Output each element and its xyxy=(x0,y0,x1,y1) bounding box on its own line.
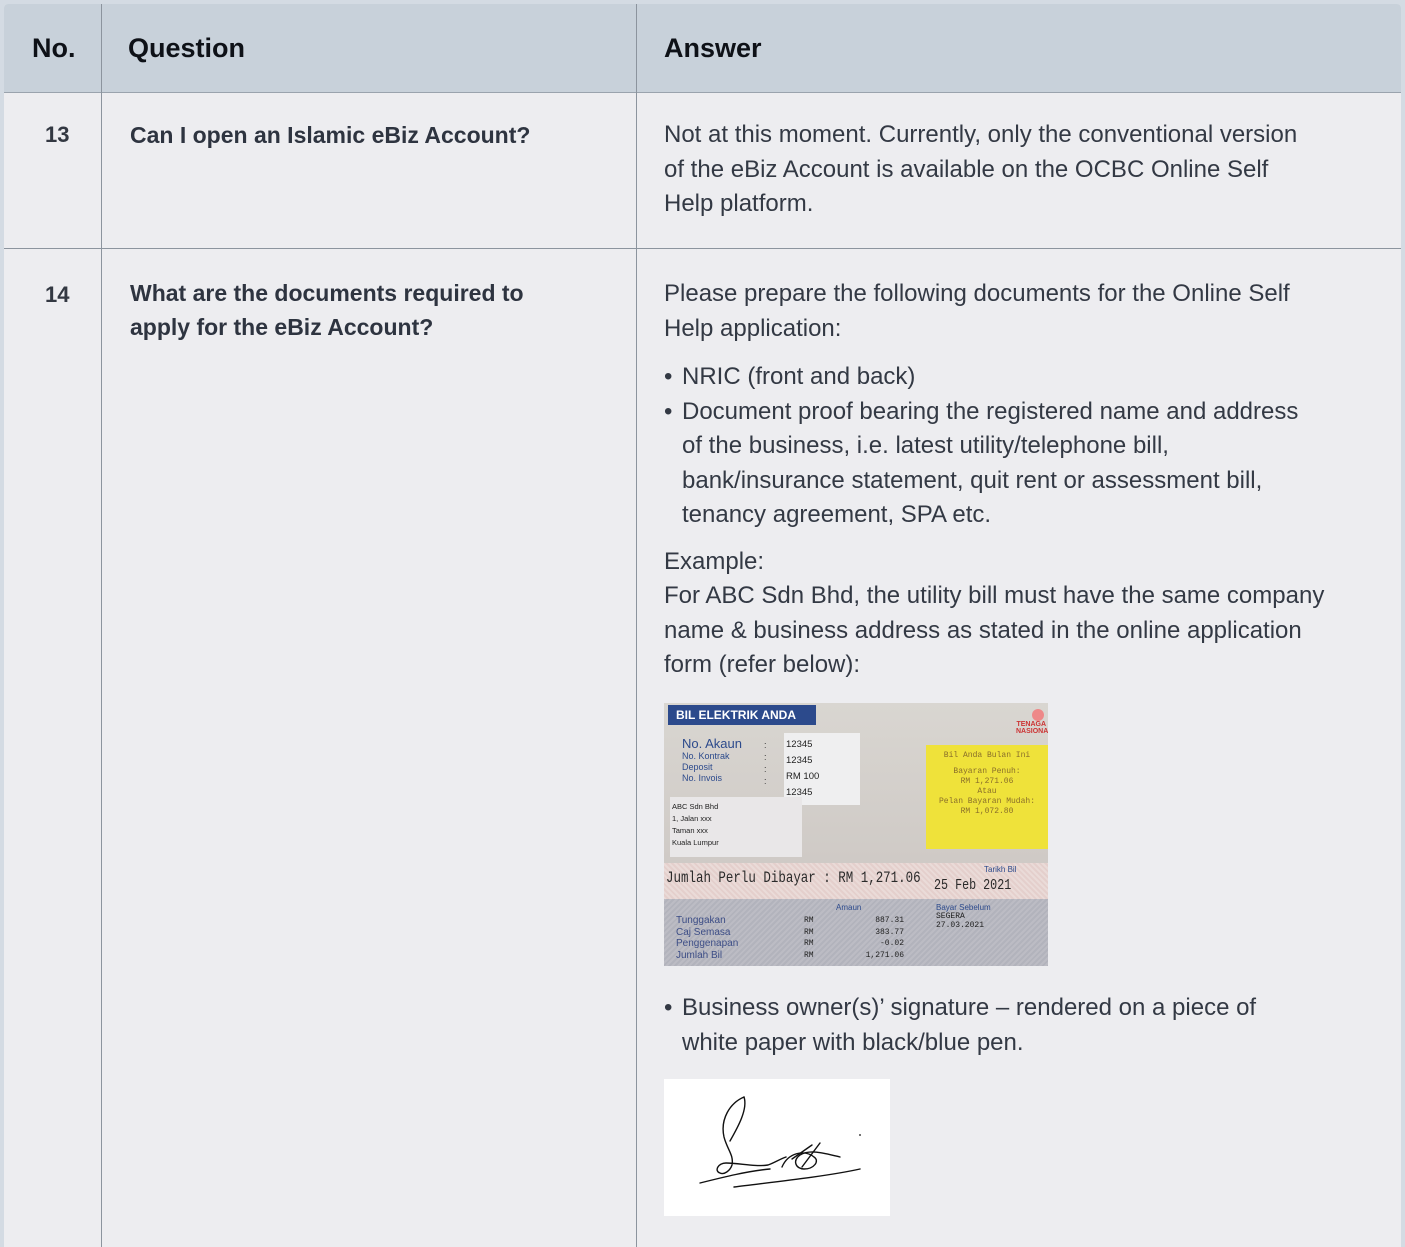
bill-pay-before: Bayar Sebelum SEGERA 27.03.2021 xyxy=(936,903,991,930)
bill-amounts: 887.31 383.77 -0.02 1,271.06 xyxy=(865,916,904,960)
bill-title: BIL ELEKTRIK ANDA xyxy=(668,705,816,725)
header-question: Question xyxy=(128,33,246,63)
bullet-icon: • xyxy=(664,994,673,1021)
intro-line: Please prepare the following documents f… xyxy=(664,280,1290,307)
bullet-icon: • xyxy=(664,397,673,425)
header-answer: Answer xyxy=(664,33,762,63)
question-text: Can I open an Islamic eBiz Account? xyxy=(130,122,531,148)
row-number: 14 xyxy=(45,282,70,307)
signature-icon xyxy=(699,1096,861,1188)
bill-total-due: Jumlah Perlu Dibayar : RM 1,271.06 xyxy=(666,869,921,887)
bill-row-labels: Tunggakan Caj Semasa Penggenapan Jumlah … xyxy=(676,915,739,961)
row-number: 13 xyxy=(45,122,70,147)
list-item: • NRIC (front and back) xyxy=(664,360,1394,395)
bill-date: 25 Feb 2021 xyxy=(934,877,1012,894)
bill-labels: No. Akaun No. Kontrak Deposit No. Invois xyxy=(682,736,742,784)
list-item: • Document proof bearing the registered … xyxy=(664,395,1394,533)
header-no: No. xyxy=(32,33,76,63)
answer-text: Please prepare the following documents f… xyxy=(664,277,1394,683)
faq-table: No. Question Answer 13 Can I open an Isl… xyxy=(4,4,1401,1247)
list-item: • Business owner(s)’ signature – rendere… xyxy=(664,991,1394,1060)
tnb-logo: TENAGA NASIONAL xyxy=(1016,709,1048,735)
column-divider xyxy=(636,4,637,1247)
intro-line: Help application: xyxy=(664,314,842,342)
bill-currency: RM RM RM RM xyxy=(804,916,814,960)
example-line: For ABC Sdn Bhd, the utility bill must h… xyxy=(664,582,1325,609)
question-text: What are the documents required to apply… xyxy=(130,280,524,340)
column-divider xyxy=(101,4,102,1247)
signature-image xyxy=(664,1079,890,1216)
example-label: Example: xyxy=(664,547,765,575)
bill-summary-box: Bil Anda Bulan Ini Bayaran Penuh: RM 1,2… xyxy=(926,745,1048,849)
answer-text: • Business owner(s)’ signature – rendere… xyxy=(664,991,1394,1060)
row-divider xyxy=(4,248,1401,249)
bill-address: ABC Sdn Bhd 1, Jalan xxx Taman xxx Kuala… xyxy=(672,802,719,847)
utility-bill-image: BIL ELEKTRIK ANDA TENAGA NASIONAL No. Ak… xyxy=(664,703,1048,966)
answer-text: Not at this moment. Currently, only the … xyxy=(664,121,1298,217)
example-line: name & business address as stated in the… xyxy=(664,616,1302,644)
bill-date-label: Tarikh Bil xyxy=(984,865,1017,874)
bill-values: 12345 12345 RM 100 12345 xyxy=(786,739,820,798)
bullet-icon: • xyxy=(664,363,673,390)
bill-amount-label: Amaun xyxy=(836,903,862,912)
example-line: form (refer below): xyxy=(664,651,861,678)
